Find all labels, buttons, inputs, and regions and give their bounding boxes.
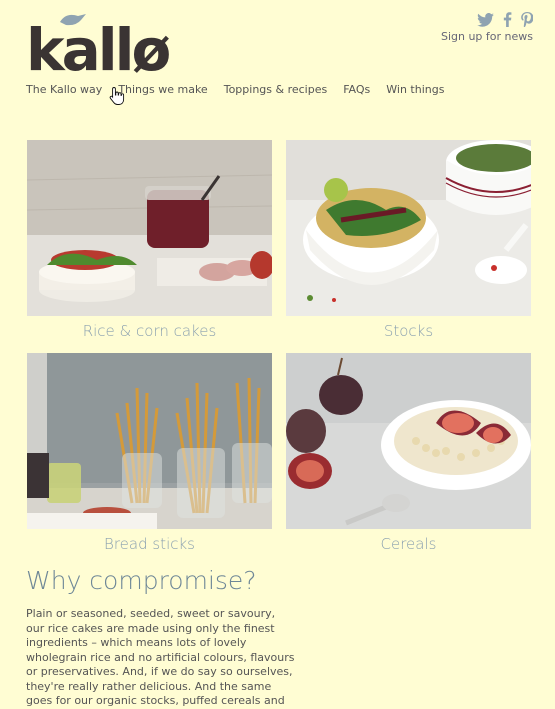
product-tile-bread-sticks[interactable]: Bread sticks (27, 353, 272, 553)
nav-item-faqs[interactable]: FAQs (343, 83, 370, 96)
svg-text:kallø: kallø (26, 16, 169, 74)
bread-sticks-image[interactable] (27, 353, 272, 529)
product-label[interactable]: Bread sticks (27, 535, 272, 553)
signup-news-link[interactable]: Sign up for news (441, 30, 533, 43)
kallo-logo[interactable]: kallø (26, 8, 178, 74)
product-tile-cereals[interactable]: Cereals (286, 353, 531, 553)
section-heading: Why compromise? (26, 566, 257, 595)
facebook-icon[interactable] (503, 12, 512, 30)
product-label[interactable]: Rice & corn cakes (27, 322, 272, 340)
nav-item-win-things[interactable]: Win things (386, 83, 444, 96)
social-links (477, 12, 534, 30)
kallo-logo-mark: kallø (26, 14, 172, 74)
product-label[interactable]: Cereals (286, 535, 531, 553)
main-nav: The Kallo way Things we make Toppings & … (26, 83, 444, 96)
product-tile-stocks[interactable]: Stocks (286, 140, 531, 340)
intro-paragraph: Plain or seasoned, seeded, sweet or savo… (26, 607, 295, 707)
rice-cakes-image[interactable] (27, 140, 272, 316)
product-label[interactable]: Stocks (286, 322, 531, 340)
nav-item-toppings-recipes[interactable]: Toppings & recipes (224, 83, 328, 96)
hand-cursor-icon (109, 87, 125, 105)
twitter-icon[interactable] (477, 12, 494, 30)
nav-item-things-we-make[interactable]: Things we make (118, 83, 207, 96)
cereals-image[interactable] (286, 353, 531, 529)
product-tile-rice-corn-cakes[interactable]: Rice & corn cakes (27, 140, 272, 340)
stocks-image[interactable] (286, 140, 531, 316)
pinterest-icon[interactable] (521, 12, 534, 30)
nav-item-kallo-way[interactable]: The Kallo way (26, 83, 102, 96)
